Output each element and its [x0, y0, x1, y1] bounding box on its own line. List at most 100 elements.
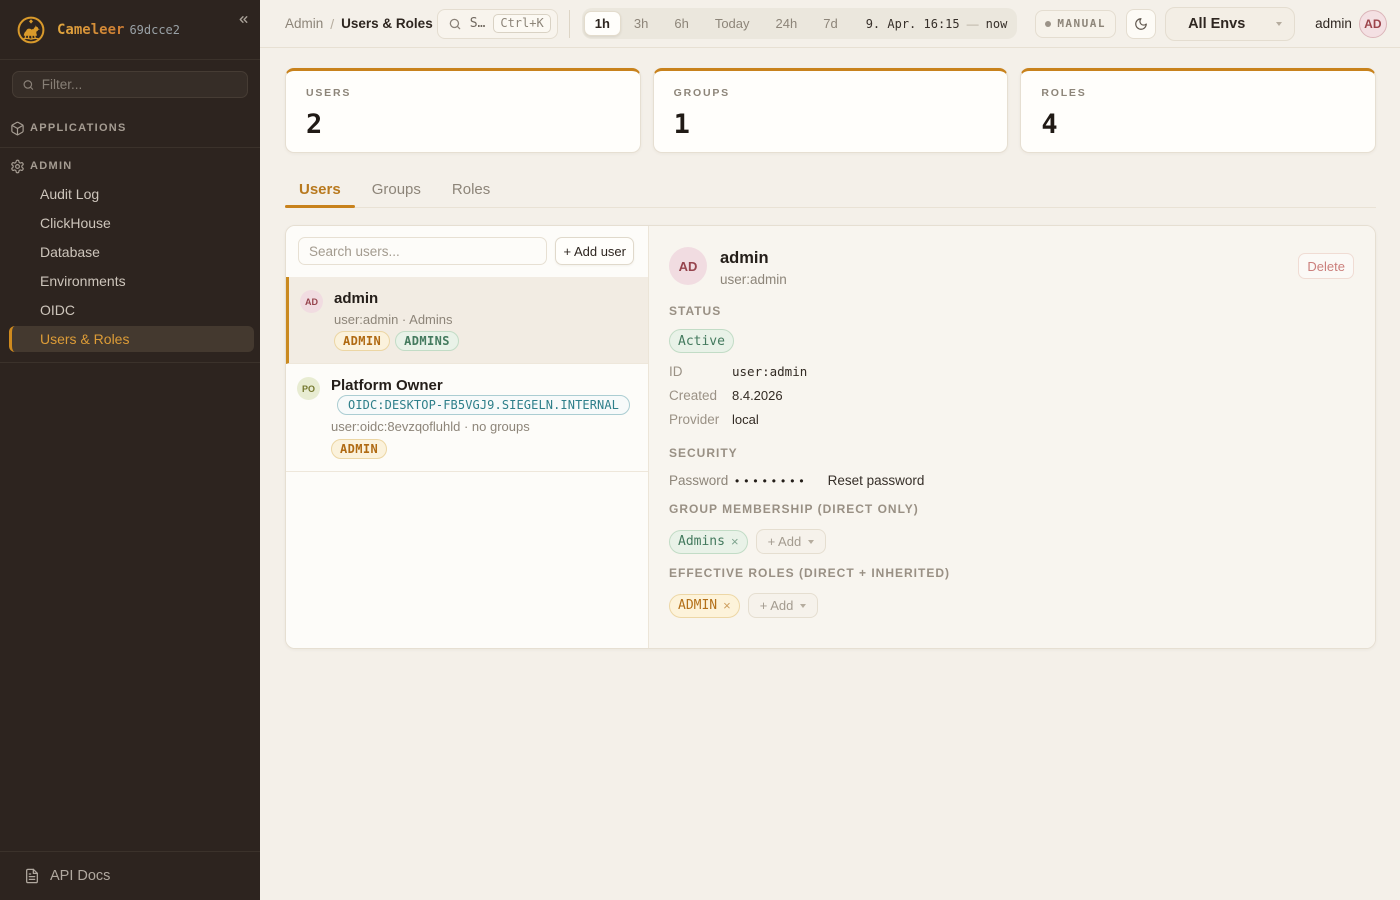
- cameleer-logo-icon: [17, 16, 45, 44]
- section-label: APPLICATIONS: [30, 122, 127, 134]
- brand-name: Cameleer: [57, 22, 124, 38]
- range-7d[interactable]: 7d: [810, 11, 850, 36]
- range-24h[interactable]: 24h: [763, 11, 811, 36]
- sidebar-filter[interactable]: [12, 71, 248, 98]
- field-value: user:admin: [732, 364, 807, 379]
- tab-roles[interactable]: Roles: [438, 172, 504, 207]
- password-label: Password: [669, 473, 735, 488]
- role-badge: ADMIN: [331, 439, 387, 459]
- stat-card-users: USERS 2: [285, 68, 641, 153]
- group-chip-admins: Admins ×: [669, 530, 748, 554]
- field-row-id: ID user:admin: [669, 359, 1354, 383]
- tab-groups[interactable]: Groups: [358, 172, 435, 207]
- range-1h[interactable]: 1h: [584, 11, 621, 36]
- topbar-divider: [569, 10, 570, 38]
- env-select[interactable]: All Envs: [1165, 7, 1295, 41]
- stat-value: 4: [1041, 111, 1355, 139]
- stat-label: ROLES: [1041, 87, 1355, 99]
- delete-user-button[interactable]: Delete: [1298, 253, 1354, 279]
- user-item-body: admin user:admin · Admins ADMIN ADMINS: [334, 290, 459, 351]
- breadcrumb-separator: /: [330, 16, 334, 32]
- search-icon: [22, 78, 35, 92]
- sidebar-item-audit-log[interactable]: Audit Log: [9, 181, 254, 207]
- add-group-label: + Add: [768, 534, 802, 549]
- add-group-button[interactable]: + Add: [756, 529, 827, 554]
- range-6h[interactable]: 6h: [661, 11, 701, 36]
- avatar: PO: [297, 377, 320, 400]
- status-section-header: STATUS: [669, 304, 1354, 318]
- breadcrumb-root[interactable]: Admin: [285, 16, 323, 31]
- field-row-created: Created 8.4.2026: [669, 383, 1354, 407]
- time-from[interactable]: 9. Apr. 16:15: [866, 17, 960, 31]
- field-label: Created: [669, 388, 732, 403]
- user-search-input[interactable]: [298, 237, 547, 265]
- detail-user-name: admin: [720, 249, 787, 268]
- field-label: Provider: [669, 412, 732, 427]
- api-docs-link[interactable]: API Docs: [0, 851, 260, 900]
- refresh-mode-label: MANUAL: [1057, 17, 1106, 30]
- avatar: AD: [669, 247, 707, 285]
- refresh-mode-button[interactable]: MANUAL: [1035, 10, 1116, 38]
- section-applications: APPLICATIONS: [0, 118, 260, 138]
- user-name: Platform Owner: [331, 377, 630, 395]
- time-to[interactable]: now: [986, 17, 1008, 31]
- content: USERS 2 GROUPS 1 ROLES 4 Users Groups Ro…: [260, 48, 1400, 649]
- gear-icon: [10, 159, 25, 174]
- range-3h[interactable]: 3h: [621, 11, 661, 36]
- user-badges: ADMIN: [331, 439, 630, 459]
- user-detail: AD admin user:admin Delete STATUS Active…: [649, 226, 1375, 648]
- range-today[interactable]: Today: [702, 11, 763, 36]
- sidebar-item-database[interactable]: Database: [9, 239, 254, 265]
- field-value: 8.4.2026: [732, 388, 783, 403]
- stat-label: GROUPS: [674, 87, 988, 99]
- role-chip-label: ADMIN: [678, 598, 717, 613]
- add-role-button[interactable]: + Add: [748, 593, 819, 618]
- tabs: Users Groups Roles: [285, 172, 1376, 208]
- section-label: ADMIN: [30, 160, 73, 172]
- security-section-header: SECURITY: [669, 446, 1354, 460]
- add-role-label: + Add: [760, 598, 794, 613]
- sidebar-collapse-button[interactable]: [237, 13, 250, 26]
- password-row: Password •••••••• Reset password: [669, 473, 1354, 488]
- avatar: AD: [300, 290, 323, 313]
- global-search-button[interactable]: S… Ctrl+K: [437, 9, 558, 39]
- user-list: + Add user AD admin user:admin · Admins …: [286, 226, 649, 648]
- password-dots: ••••••••: [735, 474, 809, 488]
- build-hash: 69dcce2: [129, 23, 180, 37]
- remove-role-icon[interactable]: ×: [723, 598, 731, 613]
- detail-fields: ID user:admin Created 8.4.2026 Provider …: [669, 359, 1354, 431]
- remove-group-icon[interactable]: ×: [731, 534, 739, 549]
- user-item-body: Platform Owner OIDC:DESKTOP-FB5VGJ9.SIEG…: [331, 377, 630, 459]
- sidebar-item-clickhouse[interactable]: ClickHouse: [9, 210, 254, 236]
- user-list-item-platform-owner[interactable]: PO Platform Owner OIDC:DESKTOP-FB5VGJ9.S…: [286, 364, 648, 472]
- add-user-button[interactable]: + Add user: [555, 237, 634, 265]
- sidebar-header: Cameleer 69dcce2: [0, 0, 260, 60]
- user-meta: user:admin · Admins: [334, 312, 459, 327]
- group-chip-label: Admins: [678, 534, 725, 549]
- api-docs-label: API Docs: [50, 868, 110, 884]
- tab-users[interactable]: Users: [285, 172, 355, 207]
- env-selected-value: All Envs: [1188, 16, 1245, 32]
- search-placeholder-text: S…: [470, 16, 486, 31]
- package-icon: [10, 121, 25, 136]
- breadcrumb-current: Users & Roles: [341, 16, 433, 31]
- detail-title-block: admin user:admin: [720, 247, 787, 287]
- chevron-down-icon: [800, 604, 806, 608]
- group-chips: Admins × + Add: [669, 529, 1354, 554]
- sidebar-item-oidc[interactable]: OIDC: [9, 297, 254, 323]
- stat-value: 2: [306, 111, 620, 139]
- detail-header: AD admin user:admin Delete: [669, 247, 1354, 287]
- reset-password-link[interactable]: Reset password: [828, 473, 925, 488]
- sidebar-item-environments[interactable]: Environments: [9, 268, 254, 294]
- user-list-item-admin[interactable]: AD admin user:admin · Admins ADMIN ADMIN…: [286, 277, 648, 364]
- chevrons-left-icon: [237, 13, 250, 26]
- role-badge: ADMIN: [334, 331, 390, 351]
- time-range-picker: 1h 3h 6h Today 24h 7d 9. Apr. 16:15 — no…: [582, 8, 1018, 39]
- theme-toggle-button[interactable]: [1126, 9, 1156, 39]
- user-avatar[interactable]: AD: [1359, 10, 1387, 38]
- stat-value: 1: [674, 111, 988, 139]
- sidebar-item-users-roles[interactable]: Users & Roles: [9, 326, 254, 352]
- sidebar-filter-input[interactable]: [42, 77, 238, 92]
- users-panel: + Add user AD admin user:admin · Admins …: [285, 225, 1376, 649]
- status-row: Active: [669, 329, 1354, 353]
